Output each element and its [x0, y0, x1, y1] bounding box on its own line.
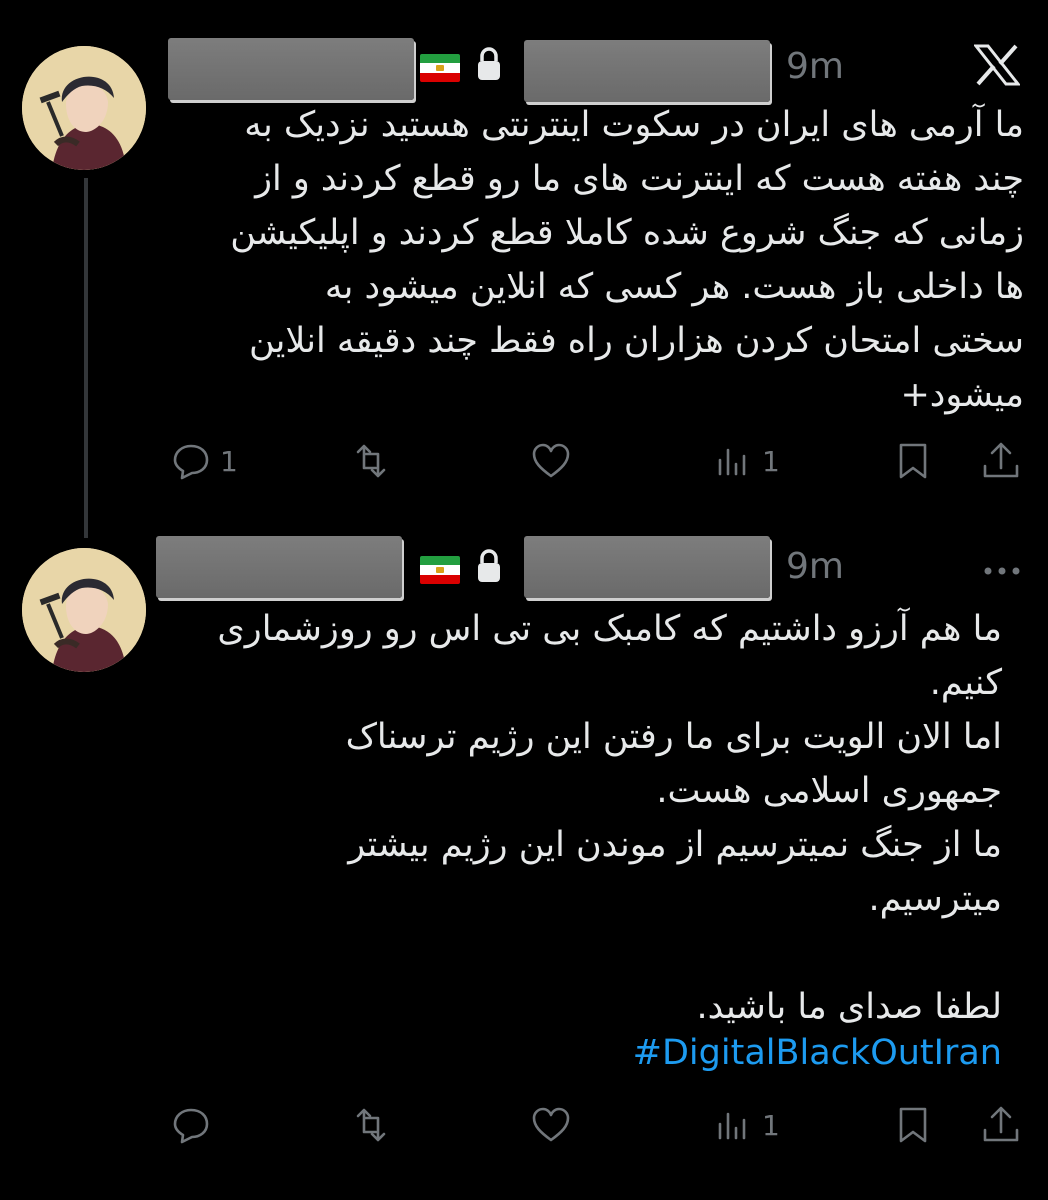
retweet-button[interactable] [350, 1104, 392, 1146]
avatar[interactable] [22, 46, 146, 170]
x-logo-icon[interactable] [972, 44, 1022, 86]
redacted-handle [524, 536, 770, 598]
more-icon[interactable] [982, 562, 1022, 575]
bookmark-button[interactable] [892, 440, 934, 482]
views-count: 1 [762, 444, 780, 478]
share-button[interactable] [980, 440, 1022, 482]
views-count: 1 [762, 1108, 780, 1142]
avatar[interactable] [22, 548, 146, 672]
lock-icon [474, 548, 504, 584]
iran-lion-sun-flag-icon [420, 556, 460, 584]
tweet-time[interactable]: 9m [786, 46, 844, 87]
thread-line [84, 178, 88, 538]
redacted-display-name [156, 536, 402, 598]
views-button[interactable]: 1 [712, 1104, 780, 1146]
reply-button[interactable]: 1 [170, 440, 238, 482]
share-button[interactable] [980, 1104, 1022, 1146]
retweet-button[interactable] [350, 440, 392, 482]
hashtag-link[interactable]: #DigitalBlackOutIran [150, 1026, 1002, 1080]
tweet-time[interactable]: 9m [786, 546, 844, 587]
redacted-display-name [168, 38, 414, 100]
bookmark-button[interactable] [892, 1104, 934, 1146]
like-button[interactable] [530, 440, 572, 482]
like-button[interactable] [530, 1104, 572, 1146]
lock-icon [474, 46, 504, 82]
iran-lion-sun-flag-icon [420, 54, 460, 82]
tweet-text: ما هم آرزو داشتیم که کامبک بی تی اس رو ر… [217, 609, 1002, 1027]
redacted-handle [524, 40, 770, 102]
views-button[interactable]: 1 [712, 440, 780, 482]
reply-count: 1 [220, 444, 238, 478]
reply-button[interactable] [170, 1104, 220, 1146]
tweet-text: ما آرمی های ایران در سکوت اینترنتی هستید… [230, 105, 1024, 415]
